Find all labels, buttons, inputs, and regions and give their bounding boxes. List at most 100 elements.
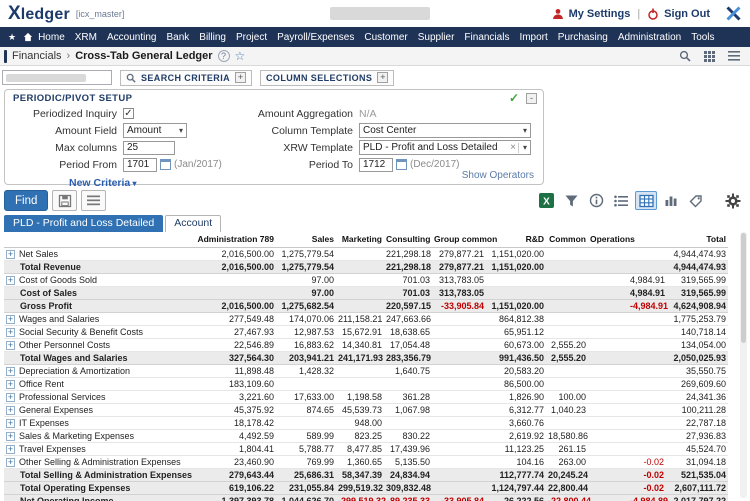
tab-account[interactable]: Account (165, 215, 221, 232)
column-header-total[interactable]: Total (666, 232, 728, 248)
cell: 830.22 (384, 430, 432, 443)
column-header-group-common[interactable]: Group common (432, 232, 486, 248)
cell (432, 417, 486, 430)
nav-item-financials[interactable]: Financials (459, 32, 514, 43)
export-excel-button[interactable]: X (535, 191, 557, 210)
amount-field-label: Amount Field (11, 125, 117, 137)
cell: 65,951.12 (486, 326, 546, 339)
table-row: Total Wages and Salaries327,564.30203,94… (4, 352, 728, 365)
max-columns-input[interactable] (123, 141, 175, 155)
expand-row-icon[interactable]: + (6, 432, 15, 441)
quick-search-input[interactable] (2, 70, 112, 85)
collapse-panel-icon[interactable]: - (526, 93, 537, 104)
new-criteria-link[interactable]: New Criteria (69, 177, 137, 189)
cell: -0.02 (628, 469, 666, 482)
cell (432, 456, 486, 469)
vertical-scrollbar[interactable] (740, 232, 747, 498)
expand-icon[interactable]: + (377, 72, 388, 83)
expand-row-icon[interactable]: + (6, 458, 15, 467)
column-header-common[interactable]: Common (546, 232, 588, 248)
help-icon[interactable] (218, 50, 230, 62)
nav-item-accounting[interactable]: Accounting (102, 32, 161, 43)
expand-row-icon[interactable]: + (6, 419, 15, 428)
calendar-icon[interactable] (396, 159, 407, 170)
expand-row-icon[interactable]: + (6, 341, 15, 350)
expand-row-icon[interactable]: + (6, 380, 15, 389)
search-criteria-panel[interactable]: SEARCH CRITERIA + (120, 70, 252, 86)
column-header-administration-789[interactable]: Administration 789 (190, 232, 276, 248)
expand-row-icon[interactable]: + (6, 276, 15, 285)
cell: 263.00 (546, 456, 588, 469)
nav-item-supplier[interactable]: Supplier (413, 32, 460, 43)
column-header-operations[interactable]: Operations (588, 232, 628, 248)
xledger-logo[interactable]: Xledger (8, 3, 70, 25)
periodized-inquiry-checkbox[interactable] (123, 108, 134, 119)
xrw-template-combo[interactable]: PLD - Profit and Loss Detailed (359, 140, 531, 155)
cell (486, 287, 546, 300)
favorites-star-icon[interactable] (5, 32, 19, 43)
menu-icon[interactable] (728, 51, 740, 61)
period-from-input[interactable] (123, 158, 157, 172)
expand-row-icon[interactable]: + (6, 250, 15, 259)
nav-item-purchasing[interactable]: Purchasing (553, 32, 613, 43)
expand-row-icon[interactable]: + (6, 367, 15, 376)
list-view-button[interactable] (81, 190, 106, 211)
chart-view-button[interactable] (660, 191, 682, 210)
cell: 17,054.48 (384, 339, 432, 352)
column-header-sales[interactable]: Sales (276, 232, 336, 248)
expand-row-icon[interactable]: + (6, 315, 15, 324)
nav-item-customer[interactable]: Customer (359, 32, 412, 43)
find-button[interactable]: Find (4, 190, 48, 211)
save-button[interactable] (52, 190, 77, 211)
amount-field-select[interactable]: Amount (123, 123, 187, 138)
tag-button[interactable] (685, 191, 707, 210)
filter-button[interactable] (560, 191, 582, 210)
detail-list-button[interactable] (610, 191, 632, 210)
expand-row-icon[interactable]: + (6, 328, 15, 337)
cell (588, 495, 628, 501)
column-header-blank[interactable] (4, 232, 190, 248)
settings-gear-button[interactable] (722, 191, 744, 210)
expand-row-icon[interactable]: + (6, 393, 15, 402)
nav-item-billing[interactable]: Billing (194, 32, 231, 43)
nav-item-tools[interactable]: Tools (686, 32, 719, 43)
crosstab-view-button[interactable] (635, 191, 657, 210)
cell: 16,883.62 (276, 339, 336, 352)
show-operators-link[interactable]: Show Operators (462, 170, 534, 181)
cell: 18,638.65 (384, 326, 432, 339)
nav-item-payroll-expenses[interactable]: Payroll/Expenses (272, 32, 359, 43)
scrollbar-thumb[interactable] (741, 233, 746, 343)
nav-item-xrm[interactable]: XRM (70, 32, 102, 43)
cell: 589.99 (276, 430, 336, 443)
column-template-select[interactable]: Cost Center (359, 123, 531, 138)
my-settings-link[interactable]: My Settings (569, 8, 631, 20)
info-button[interactable] (585, 191, 607, 210)
nav-item-home[interactable]: Home (33, 32, 70, 43)
apps-grid-icon[interactable] (704, 51, 715, 62)
column-selections-panel[interactable]: COLUMN SELECTIONS + (260, 70, 394, 86)
breadcrumb-section[interactable]: Financials (12, 50, 62, 62)
column-header-marketing[interactable]: Marketing (336, 232, 384, 248)
cell: -33,905.84 (432, 300, 486, 313)
cell (628, 365, 666, 378)
nav-item-import[interactable]: Import (514, 32, 552, 43)
cell: 22,546.89 (190, 339, 276, 352)
calendar-icon[interactable] (160, 159, 171, 170)
cell (628, 430, 666, 443)
nav-item-bank[interactable]: Bank (161, 32, 194, 43)
nav-item-administration[interactable]: Administration (613, 32, 686, 43)
clear-icon[interactable] (508, 143, 519, 153)
cell (546, 326, 588, 339)
cell: 221,298.18 (384, 261, 432, 274)
period-to-input[interactable] (359, 158, 393, 172)
cell: 1,804.41 (190, 443, 276, 456)
favorite-page-icon[interactable] (235, 50, 246, 62)
expand-row-icon[interactable]: + (6, 445, 15, 454)
sign-out-link[interactable]: Sign Out (664, 8, 710, 20)
tab-pld-profit-and-loss-detailed[interactable]: PLD - Profit and Loss Detailed (4, 215, 163, 232)
nav-item-project[interactable]: Project (231, 32, 272, 43)
expand-row-icon[interactable]: + (6, 406, 15, 415)
column-header-consulting[interactable]: Consulting (384, 232, 432, 248)
expand-icon[interactable]: + (235, 72, 246, 83)
search-icon[interactable] (679, 50, 691, 62)
